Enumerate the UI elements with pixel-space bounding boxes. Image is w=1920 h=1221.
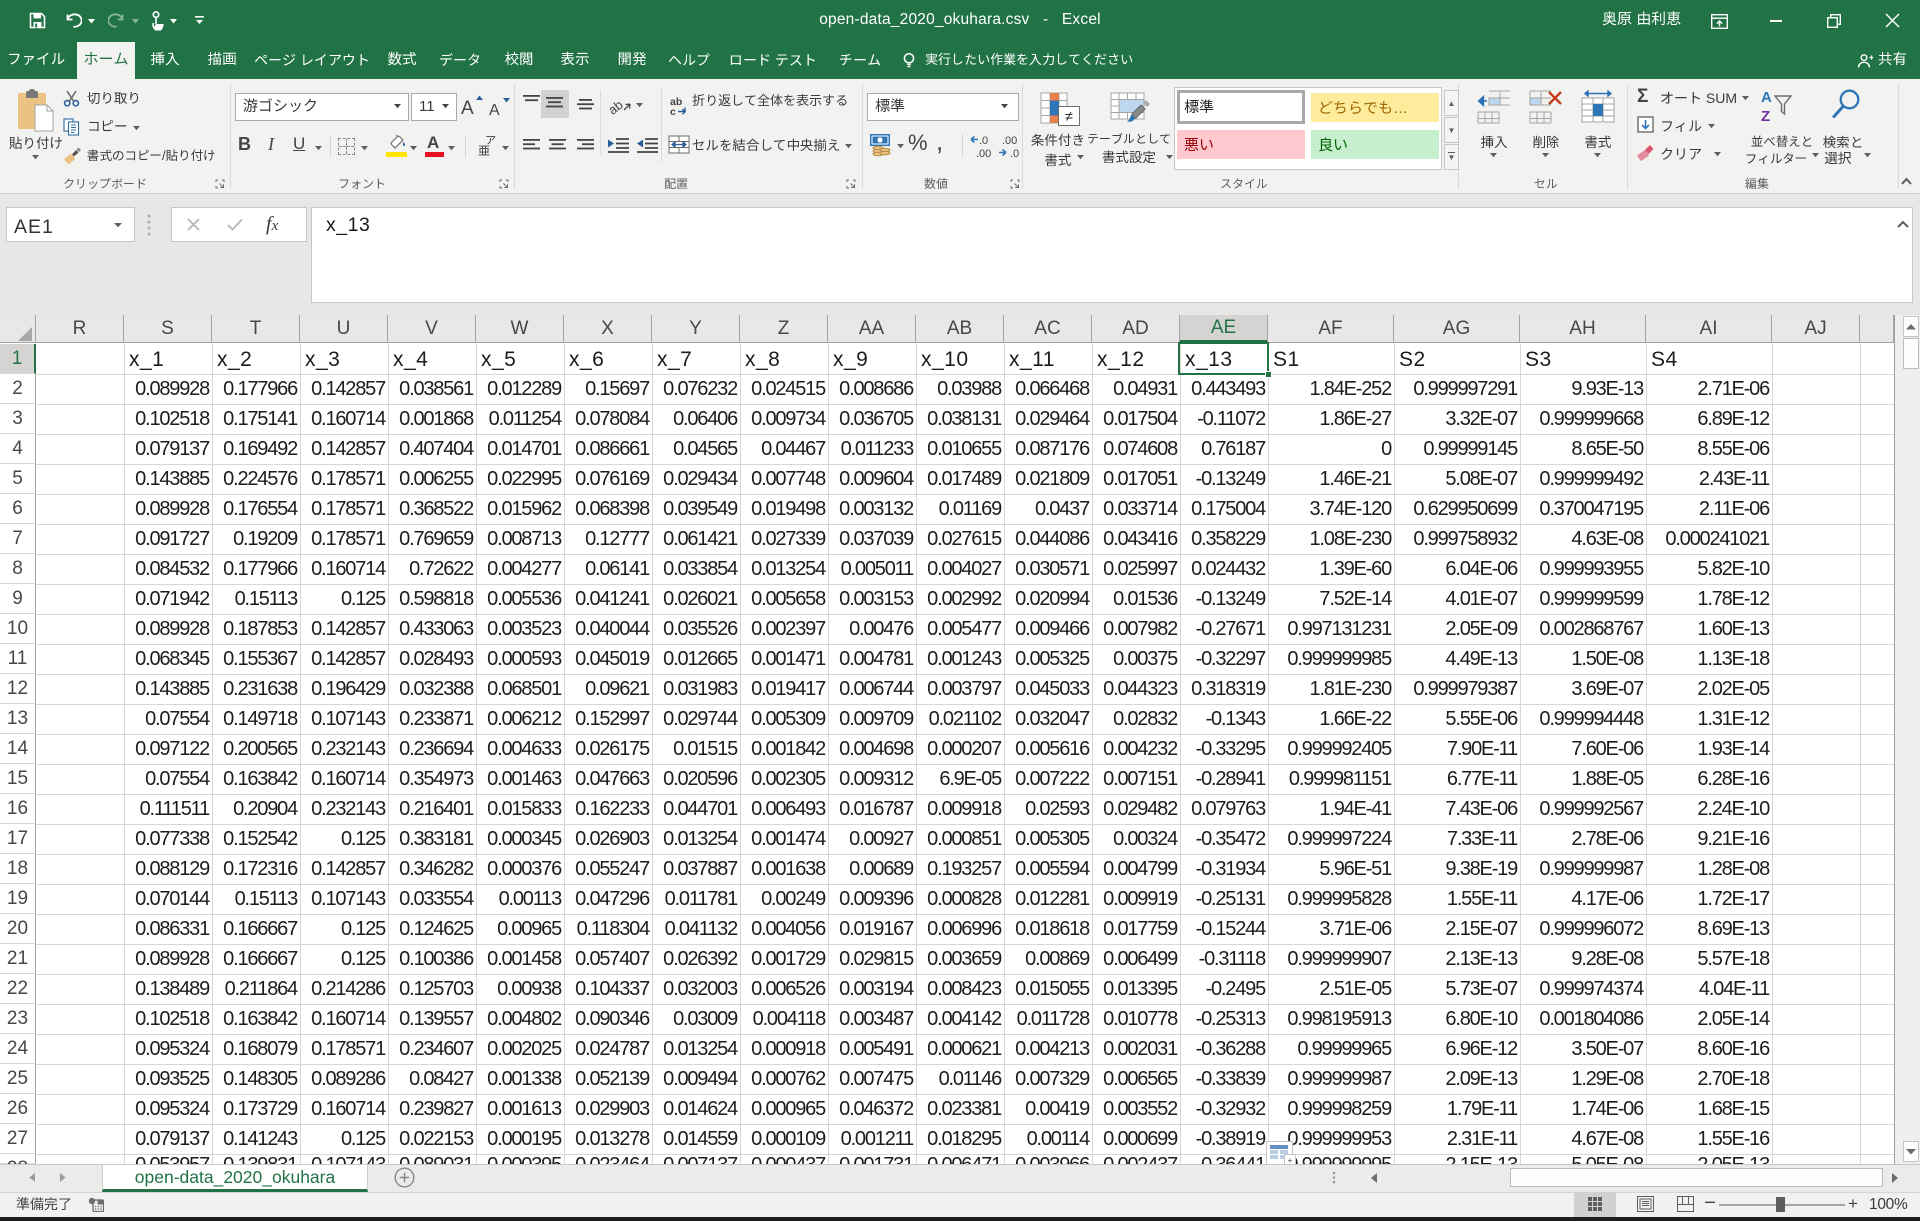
svg-text:ab: ab <box>610 97 626 116</box>
svg-text:c: c <box>670 106 676 116</box>
svg-text:.0: .0 <box>979 135 988 147</box>
svg-text:A: A <box>1761 89 1772 106</box>
svg-text:亜: 亜 <box>478 142 490 157</box>
svg-text:A: A <box>461 98 474 119</box>
svg-text:.0: .0 <box>1010 148 1019 159</box>
svg-text:.00: .00 <box>1002 135 1017 147</box>
svg-text:A: A <box>489 102 500 119</box>
svg-text:Z: Z <box>1761 108 1770 124</box>
svg-text:.00: .00 <box>976 148 991 159</box>
